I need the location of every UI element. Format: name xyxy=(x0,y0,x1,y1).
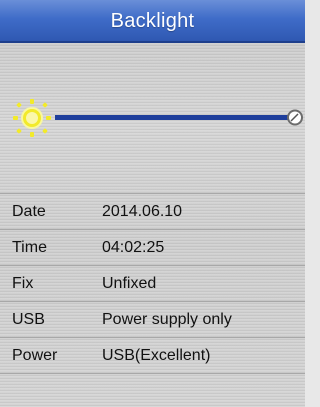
fix-row: Fix Unfixed xyxy=(0,266,305,302)
usb-value: Power supply only xyxy=(102,311,232,328)
fix-label: Fix xyxy=(12,275,34,292)
page-title: Backlight xyxy=(0,0,305,43)
time-label: Time xyxy=(12,239,47,256)
power-row: Power USB(Excellent) xyxy=(0,338,305,374)
power-label: Power xyxy=(12,347,58,364)
time-value: 04:02:25 xyxy=(102,239,165,256)
date-label: Date xyxy=(12,203,46,220)
slider-knob[interactable] xyxy=(287,109,303,126)
sun-icon xyxy=(13,99,51,137)
slider-track[interactable] xyxy=(55,115,295,120)
date-row: Date 2014.06.10 xyxy=(0,194,305,230)
power-value: USB(Excellent) xyxy=(102,347,211,364)
backlight-screen: Backlight Date 2014.06.10 Time 04:02:25 … xyxy=(0,0,305,407)
usb-row: USB Power supply only xyxy=(0,302,305,338)
backlight-slider[interactable] xyxy=(0,43,305,188)
status-table: Date 2014.06.10 Time 04:02:25 Fix Unfixe… xyxy=(0,193,305,374)
time-row: Time 04:02:25 xyxy=(0,230,305,266)
usb-label: USB xyxy=(12,311,45,328)
backlight-slider-graphic[interactable] xyxy=(0,43,305,188)
fix-value: Unfixed xyxy=(102,275,157,292)
date-value: 2014.06.10 xyxy=(102,203,183,220)
